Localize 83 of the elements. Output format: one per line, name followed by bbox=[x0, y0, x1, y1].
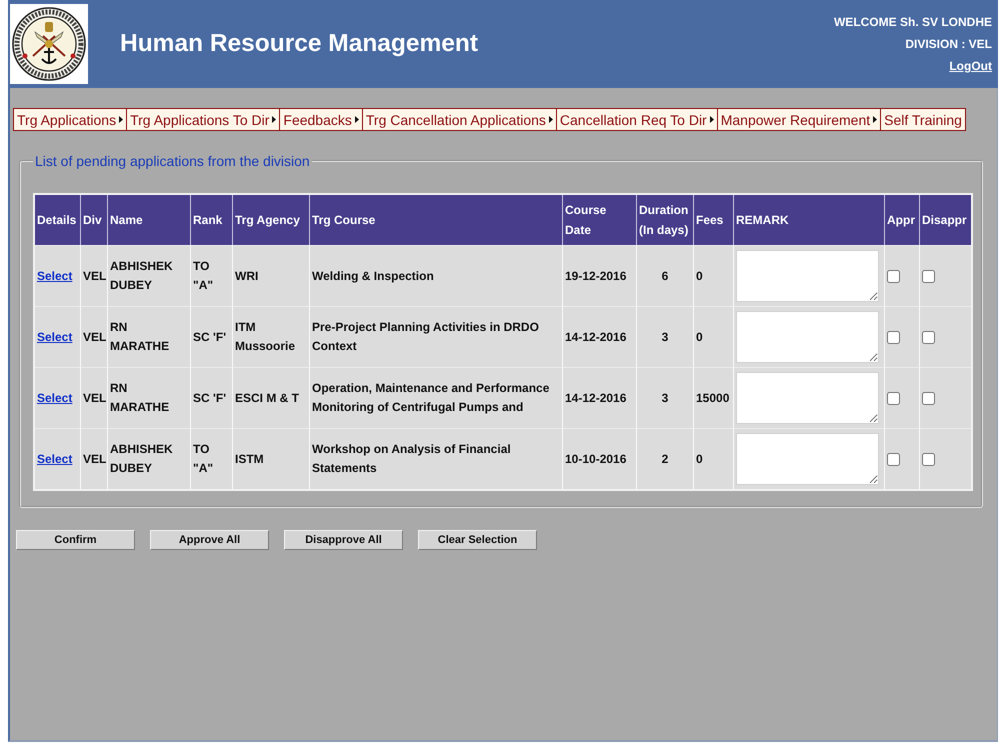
column-header: Trg Course bbox=[310, 195, 563, 245]
remark-field[interactable] bbox=[736, 372, 879, 424]
menu-item[interactable]: Trg Cancellation Applications bbox=[362, 108, 557, 131]
approve-checkbox[interactable] bbox=[887, 270, 900, 282]
logout-link[interactable]: LogOut bbox=[949, 55, 992, 77]
table-cell: TO "A" bbox=[191, 428, 233, 489]
table-cell: VEL bbox=[81, 306, 108, 367]
column-header: Trg Agency bbox=[233, 195, 310, 245]
table-cell: VEL bbox=[81, 367, 108, 428]
action-button[interactable]: Disapprove All bbox=[284, 530, 403, 550]
table-cell: 3 bbox=[637, 367, 694, 428]
table-cell: RN MARATHE bbox=[108, 306, 191, 367]
menu-item[interactable]: Cancellation Req To Dir bbox=[556, 108, 718, 131]
triangle-right-icon bbox=[272, 116, 276, 123]
table-cell: 19-12-2016 bbox=[563, 245, 637, 306]
table-cell: 2 bbox=[637, 428, 694, 489]
select-link[interactable]: Select bbox=[37, 390, 72, 404]
triangle-right-icon bbox=[710, 116, 714, 123]
table-cell: ITM Mussoorie bbox=[233, 306, 310, 367]
column-header: Fees bbox=[694, 195, 734, 245]
column-header: Disappr bbox=[920, 195, 971, 245]
table-cell: WRI bbox=[233, 245, 310, 306]
group-legend: List of pending applications from the division bbox=[33, 153, 312, 169]
app-title: Human Resource Management bbox=[120, 30, 480, 58]
table-cell: Welding & Inspection bbox=[310, 245, 563, 306]
menu-item[interactable]: Feedbacks bbox=[279, 108, 363, 131]
select-link[interactable]: Select bbox=[37, 330, 72, 344]
triangle-right-icon bbox=[548, 116, 553, 123]
column-header: Duration (In days) bbox=[637, 195, 694, 245]
column-header: Course Date bbox=[563, 195, 637, 245]
table-cell: 14-12-2016 bbox=[563, 367, 637, 428]
menu-item[interactable]: Trg Applications To Dir bbox=[126, 108, 280, 131]
seal-icon bbox=[10, 4, 88, 84]
menu-item[interactable]: Manpower Requirement bbox=[716, 108, 882, 131]
table-cell: 0 bbox=[694, 306, 734, 367]
triangle-right-icon bbox=[119, 116, 124, 123]
menu-item[interactable]: Self Training bbox=[880, 108, 966, 131]
triangle-right-icon bbox=[354, 116, 359, 123]
table-cell: ESCI M & T bbox=[233, 367, 310, 428]
table-cell: TO "A" bbox=[191, 245, 233, 306]
table-cell: 0 bbox=[694, 428, 734, 489]
column-header: Details bbox=[35, 195, 81, 245]
disapprove-checkbox[interactable] bbox=[922, 330, 935, 344]
remark-field[interactable] bbox=[736, 433, 879, 485]
column-header: REMARK bbox=[734, 195, 885, 245]
table-cell: SC 'F' bbox=[191, 306, 233, 367]
action-button[interactable]: Clear Selection bbox=[418, 530, 537, 550]
table-cell: 0 bbox=[694, 245, 734, 306]
table-cell: 6 bbox=[637, 245, 694, 306]
menu-item[interactable]: Trg Applications bbox=[13, 108, 128, 131]
approve-checkbox[interactable] bbox=[887, 330, 900, 344]
disapprove-checkbox[interactable] bbox=[922, 270, 935, 282]
division-text: DIVISION : VEL bbox=[905, 36, 992, 53]
remark-field[interactable] bbox=[736, 311, 879, 363]
table-cell: ISTM bbox=[233, 428, 310, 489]
remark-field[interactable] bbox=[736, 250, 879, 302]
select-link[interactable]: Select bbox=[37, 268, 72, 282]
table-cell: 15000 bbox=[694, 367, 734, 428]
table-cell: Pre-Project Planning Activities in DRDO Context bbox=[310, 306, 563, 367]
table-cell: Workshop on Analysis of Financial Statements bbox=[310, 428, 563, 489]
approve-checkbox[interactable] bbox=[887, 392, 900, 404]
triangle-right-icon bbox=[873, 116, 878, 123]
column-header: Appr bbox=[885, 195, 920, 245]
disapprove-checkbox[interactable] bbox=[922, 452, 935, 466]
table-cell: ABHISHEK DUBEY bbox=[108, 245, 191, 306]
table-cell: VEL bbox=[81, 245, 108, 306]
table-cell: 10-10-2016 bbox=[563, 428, 637, 489]
action-button[interactable]: Confirm bbox=[16, 530, 135, 550]
table-cell: 14-12-2016 bbox=[563, 306, 637, 367]
select-link[interactable]: Select bbox=[37, 452, 72, 466]
table-cell: 3 bbox=[637, 306, 694, 367]
table-cell: RN MARATHE bbox=[108, 367, 191, 428]
table-cell: ABHISHEK DUBEY bbox=[108, 428, 191, 489]
table-cell: VEL bbox=[81, 428, 108, 489]
approve-checkbox[interactable] bbox=[887, 452, 900, 466]
disapprove-checkbox[interactable] bbox=[922, 392, 935, 404]
column-header: Div bbox=[81, 195, 108, 245]
column-header: Name bbox=[108, 195, 191, 245]
column-header: Rank bbox=[191, 195, 233, 245]
welcome-text: WELCOME Sh. SV LONDHE bbox=[834, 14, 992, 31]
table-cell: SC 'F' bbox=[191, 367, 233, 428]
table-cell: Operation, Maintenance and Performance Monitoring of Centrifugal Pumps and bbox=[310, 367, 563, 428]
action-button[interactable]: Approve All bbox=[150, 530, 269, 550]
